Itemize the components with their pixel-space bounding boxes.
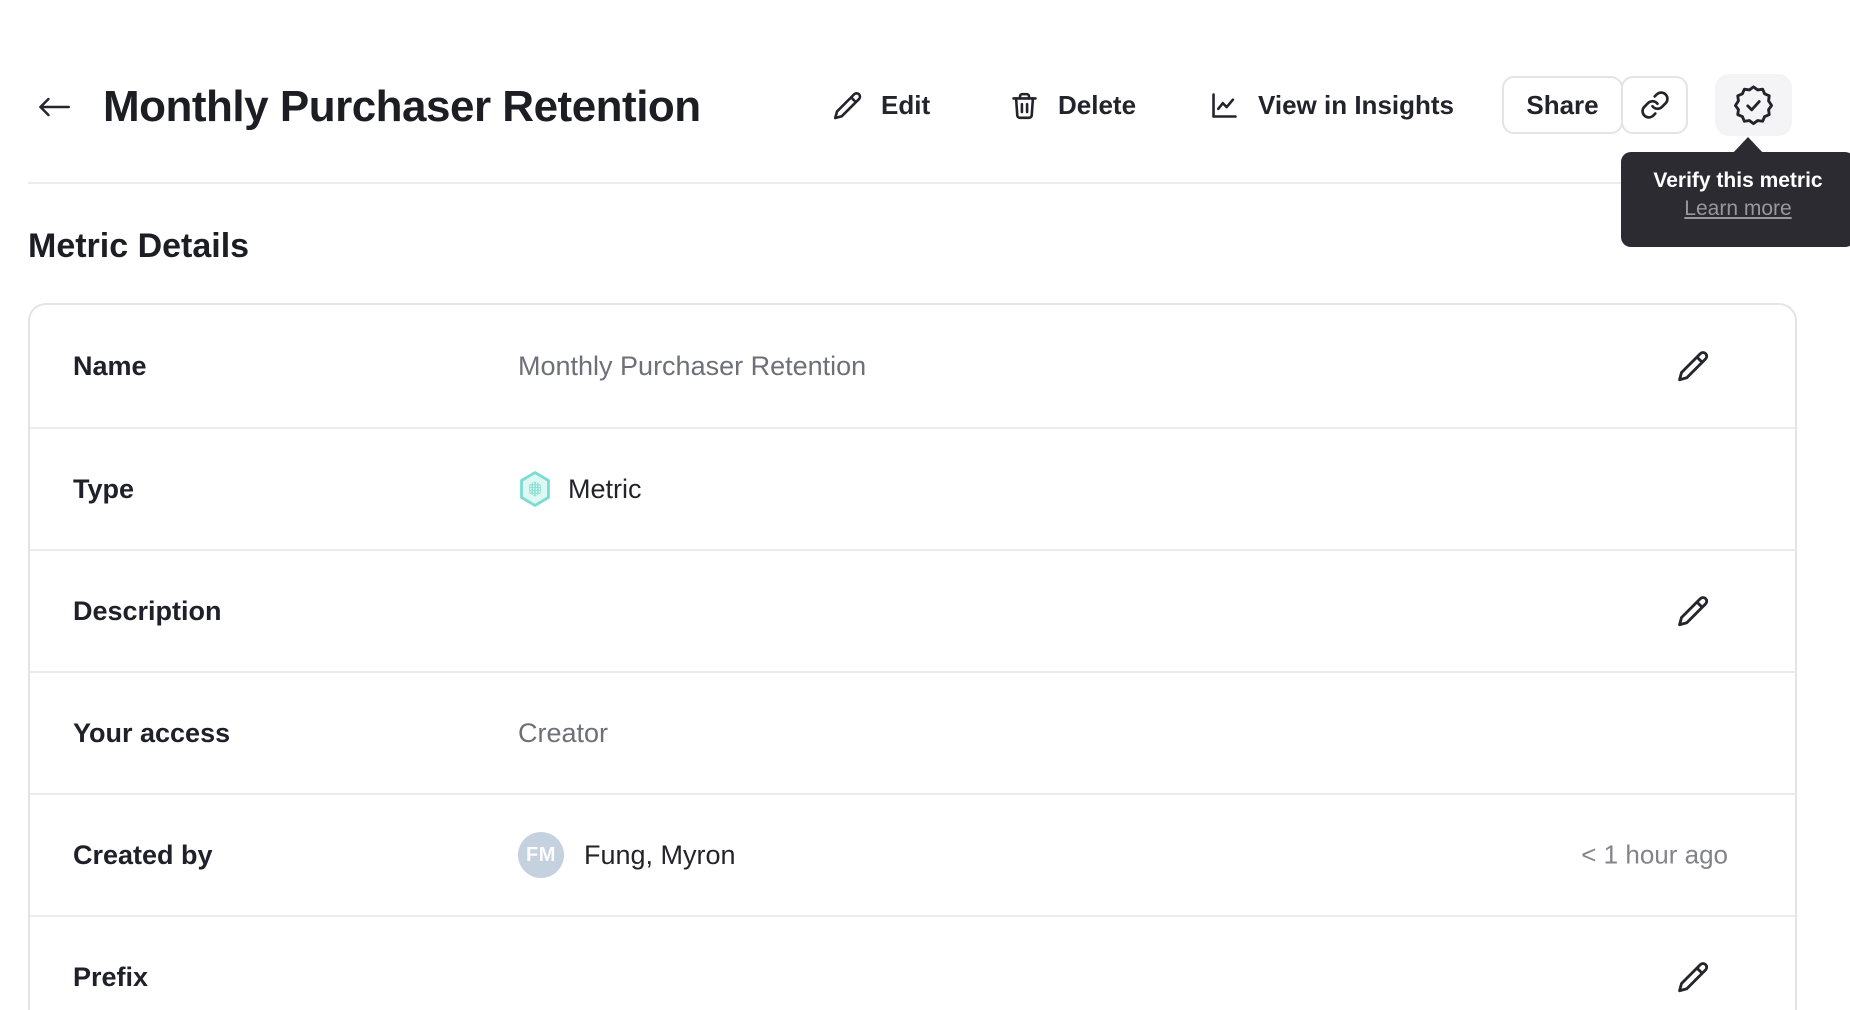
- view-in-insights-button[interactable]: View in Insights: [1209, 76, 1454, 134]
- table-row-type: Type Metric: [30, 427, 1795, 549]
- copy-link-button[interactable]: [1621, 76, 1688, 134]
- type-value: Metric: [568, 473, 642, 504]
- table-row-description: Description: [30, 549, 1795, 671]
- back-button[interactable]: [34, 88, 74, 126]
- verify-metric-button[interactable]: [1715, 74, 1792, 136]
- tooltip-title: Verify this metric: [1653, 169, 1823, 192]
- created-timestamp: < 1 hour ago: [1581, 839, 1728, 870]
- table-row-your-access: Your access Creator: [30, 671, 1795, 793]
- pencil-icon: [832, 90, 863, 121]
- verified-badge-icon: [1732, 84, 1775, 127]
- row-label: Prefix: [73, 961, 149, 992]
- share-button[interactable]: Share: [1502, 76, 1623, 134]
- row-label: Name: [73, 350, 147, 381]
- delete-button[interactable]: Delete: [1009, 76, 1136, 134]
- row-label: Description: [73, 595, 222, 626]
- edit-prefix-button[interactable]: [1673, 955, 1713, 999]
- line-chart-icon: [1209, 90, 1240, 121]
- edit-button[interactable]: Edit: [832, 76, 930, 134]
- arrow-left-icon: [38, 97, 70, 117]
- delete-button-label: Delete: [1058, 89, 1137, 120]
- pencil-icon: [1676, 594, 1710, 628]
- avatar: FM: [518, 832, 564, 878]
- access-value: Creator: [518, 717, 609, 748]
- row-label: Created by: [73, 839, 213, 870]
- metric-hexagon-icon: [518, 470, 552, 508]
- trash-icon: [1009, 90, 1040, 121]
- table-row-prefix: Prefix: [30, 915, 1795, 1010]
- metric-detail-page: Monthly Purchaser Retention Edit Delete: [0, 0, 1850, 1010]
- pencil-icon: [1676, 349, 1710, 383]
- tooltip-arrow: [1732, 137, 1764, 154]
- created-by-value: Fung, Myron: [584, 839, 736, 870]
- verify-tooltip: Verify this metric Learn more: [1621, 152, 1850, 247]
- section-heading: Metric Details: [28, 227, 250, 265]
- edit-button-label: Edit: [881, 89, 931, 120]
- edit-name-button[interactable]: [1673, 344, 1713, 388]
- pencil-icon: [1676, 960, 1710, 994]
- header-divider: [28, 182, 1822, 184]
- metric-details-card: Name Monthly Purchaser Retention Type Me…: [28, 303, 1797, 1010]
- page-title: Monthly Purchaser Retention: [103, 82, 701, 131]
- row-label: Your access: [73, 717, 231, 748]
- table-row-name: Name Monthly Purchaser Retention: [30, 305, 1795, 427]
- link-icon: [1640, 90, 1670, 120]
- edit-description-button[interactable]: [1673, 589, 1713, 633]
- name-value: Monthly Purchaser Retention: [518, 350, 867, 381]
- view-in-insights-label: View in Insights: [1258, 89, 1455, 120]
- table-row-created-by: Created by FM Fung, Myron < 1 hour ago: [30, 793, 1795, 915]
- learn-more-link[interactable]: Learn more: [1684, 195, 1791, 223]
- row-label: Type: [73, 473, 135, 504]
